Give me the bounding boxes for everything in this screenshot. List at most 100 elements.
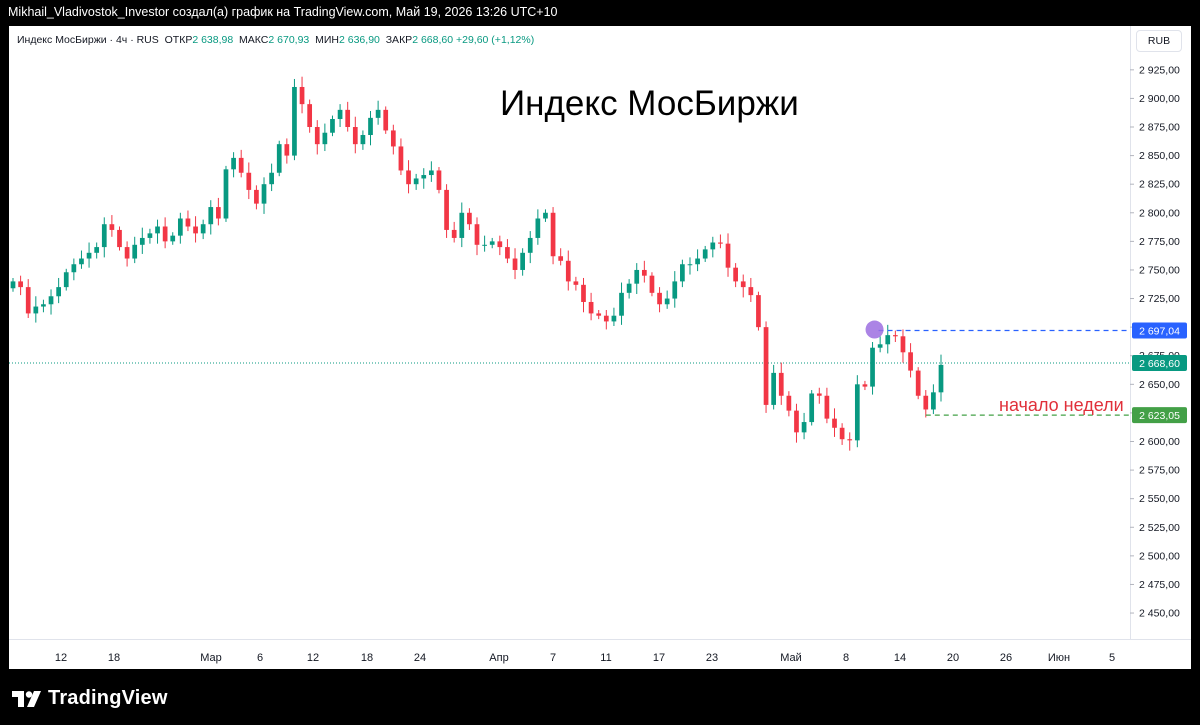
- candle-body: [786, 395, 792, 411]
- candle-body: [390, 130, 396, 147]
- candle-body: [931, 392, 936, 410]
- candle-body: [512, 258, 518, 270]
- y-tick-label: 2 450,00: [1139, 608, 1180, 620]
- candle-body: [299, 86, 305, 105]
- candle-body: [649, 275, 655, 293]
- candle-body: [862, 384, 868, 387]
- candle-body: [101, 224, 107, 248]
- candle-body: [79, 258, 84, 265]
- resistance-price-label: 2 697,04: [1139, 326, 1180, 338]
- y-tick-label: 2 900,00: [1139, 93, 1180, 105]
- attribution-bar: Mikhail_Vladivostok_Investor создал(а) г…: [0, 0, 1200, 26]
- y-tick-label: 2 525,00: [1139, 522, 1180, 534]
- candle-body: [619, 292, 624, 316]
- candle-body: [421, 175, 427, 179]
- symbol-legend: Индекс МосБиржи · 4ч · RUS ОТКР2 638,98 …: [17, 34, 534, 46]
- week-start-annotation: начало недели: [999, 395, 1124, 415]
- candle-body: [702, 249, 708, 259]
- candle-body: [307, 104, 313, 128]
- candle-body: [543, 212, 548, 219]
- candle-body: [809, 393, 815, 423]
- x-tick-label: Май: [780, 652, 802, 664]
- candle-body: [915, 370, 921, 396]
- candle-body: [482, 244, 487, 246]
- candle-body: [657, 292, 662, 305]
- candle-body: [292, 86, 297, 156]
- candle-body: [839, 427, 845, 440]
- candle-body: [641, 269, 647, 276]
- candle-body: [794, 410, 799, 433]
- candle-body: [276, 144, 282, 173]
- x-tick-label: 17: [653, 652, 665, 664]
- chart-panel[interactable]: 2 450,00 2 475,00 2 500,00 2 525,00 2 550,00…: [9, 26, 1191, 669]
- high-marker: [865, 320, 884, 339]
- candle-body: [71, 264, 77, 273]
- candle-body: [893, 335, 898, 337]
- candle-body: [938, 364, 944, 393]
- candle-body: [695, 258, 700, 265]
- candle-body: [254, 189, 259, 204]
- x-tick-label: 12: [307, 652, 319, 664]
- candle-body: [413, 178, 419, 185]
- support-price-label: 2 623,05: [1139, 410, 1180, 422]
- open-label: ОТКР: [164, 34, 193, 46]
- candle-body: [360, 135, 366, 145]
- candle-body: [193, 226, 198, 234]
- y-tick-label: 2 575,00: [1139, 465, 1180, 477]
- candle-body: [25, 287, 31, 314]
- candle-body: [109, 224, 115, 230]
- candle-body: [451, 229, 457, 238]
- candle-body: [56, 287, 61, 297]
- y-tick-label: 2 650,00: [1139, 379, 1180, 391]
- candle-body: [573, 281, 579, 285]
- candle-body: [558, 256, 564, 261]
- candle-body: [231, 157, 236, 170]
- currency-button[interactable]: RUB: [1136, 30, 1182, 52]
- tradingview-logo-icon: [12, 690, 41, 707]
- open-value: 2 638,98: [192, 34, 234, 46]
- x-tick-label: 24: [414, 652, 426, 664]
- candle-body: [444, 189, 449, 230]
- y-tick-label: 2 600,00: [1139, 436, 1180, 448]
- candle-body: [672, 281, 678, 299]
- footer-bar: TradingView: [0, 669, 1200, 725]
- candle-body: [748, 287, 754, 296]
- candle-body: [527, 237, 533, 253]
- brand-text: TradingView: [48, 687, 168, 709]
- candle-body: [368, 117, 373, 136]
- candle-body: [269, 172, 274, 185]
- candle-body: [854, 384, 860, 441]
- candle-body: [63, 272, 69, 288]
- y-tick-label: 2 875,00: [1139, 122, 1180, 134]
- candle-body: [10, 281, 16, 289]
- x-tick-label: 7: [550, 652, 556, 664]
- x-tick-label: 23: [706, 652, 718, 664]
- candle-body: [725, 243, 731, 268]
- candle-body: [535, 218, 541, 238]
- candle-body: [801, 422, 807, 433]
- x-tick-label: 6: [257, 652, 263, 664]
- candle-body: [41, 304, 46, 307]
- candle-body: [733, 267, 738, 282]
- candle-body: [383, 109, 389, 131]
- candle-body: [132, 244, 138, 259]
- close-value: 2 668,60: [412, 34, 454, 46]
- x-tick-label: 20: [947, 652, 959, 664]
- tradingview-logo[interactable]: TradingView: [12, 687, 168, 710]
- x-tick-label: 12: [55, 652, 67, 664]
- candle-body: [505, 247, 510, 259]
- change-value: +29,60 (+1,12%): [455, 34, 535, 46]
- symbol-name: Индекс МосБиржи · 4ч · RUS: [17, 34, 159, 46]
- x-tick-label: Мар: [200, 652, 222, 664]
- candle-body: [238, 157, 244, 173]
- candle-body: [771, 372, 777, 405]
- candle-body: [177, 218, 183, 236]
- candle-body: [406, 170, 411, 185]
- candle-body: [740, 281, 746, 288]
- candle-body: [246, 172, 252, 190]
- y-tick-label: 2 750,00: [1139, 264, 1180, 276]
- attribution-text: Mikhail_Vladivostok_Investor создал(а) г…: [8, 5, 558, 19]
- candle-body: [398, 146, 404, 171]
- candle-body: [497, 241, 503, 248]
- candle-body: [824, 395, 830, 419]
